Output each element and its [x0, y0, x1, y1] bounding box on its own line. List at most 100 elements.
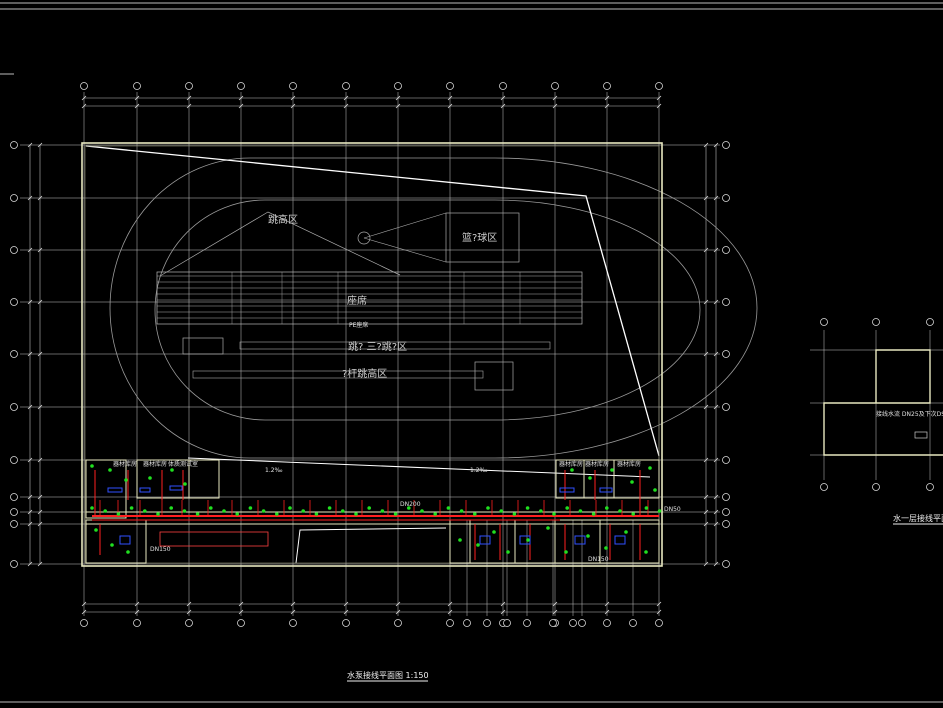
equipment — [169, 485, 183, 491]
fixture-dot — [156, 512, 160, 516]
drawing-title: 水泵接线平面图 1:150 — [347, 670, 429, 680]
axis-bubble — [722, 350, 730, 358]
fixture-dot — [526, 538, 530, 542]
fixture-dot — [565, 506, 569, 510]
axis-bubble — [10, 141, 18, 149]
fixture-dot — [209, 506, 213, 510]
equipment — [479, 535, 491, 545]
fixture-dot — [624, 530, 628, 534]
fixture-dot — [222, 509, 226, 513]
fixture-dot — [605, 506, 609, 510]
pipe-label-4: DN50 — [664, 506, 681, 513]
axis-bubble — [499, 82, 507, 90]
trench — [159, 531, 269, 547]
fixture-dot — [148, 476, 152, 480]
detail-bubble — [926, 483, 934, 491]
fixture-dot — [433, 512, 438, 516]
fixture-dot — [588, 476, 592, 480]
fixture-dot — [459, 509, 464, 513]
fixture-dot — [546, 526, 550, 530]
axis-bubble — [10, 194, 18, 202]
equipment — [574, 535, 586, 545]
fixture-dot — [512, 512, 517, 516]
axis-bubble — [446, 82, 454, 90]
zone-pole-vault: ?杆跳高区 — [342, 367, 387, 380]
fixture-dot — [354, 512, 358, 516]
fixture-dot — [261, 509, 266, 513]
axis-bubble — [394, 619, 402, 627]
room-label-4: 器材库房 — [559, 460, 583, 468]
fixture-dot — [367, 506, 372, 510]
room-label-5: 器材库房 — [585, 460, 609, 468]
axis-bubble — [237, 619, 245, 627]
fixture-dot — [486, 506, 490, 510]
fixture-dot — [473, 512, 477, 516]
equipment — [107, 487, 123, 493]
fixture-dot — [492, 530, 496, 534]
fixture-dot — [499, 509, 504, 513]
zone-stands: 座席 — [347, 294, 367, 307]
axis-bubble — [503, 619, 511, 627]
fixture-dot — [183, 482, 187, 486]
axis-bubble — [722, 508, 730, 516]
axis-bubble — [483, 619, 491, 627]
axis-bubble — [10, 246, 18, 254]
axis-bubble — [523, 619, 531, 627]
axis-bubble — [342, 82, 350, 90]
pipe-label-1: DN150 — [150, 546, 171, 553]
room-label-3: 体质测试室 — [168, 460, 198, 468]
room-label-6: 器材库房 — [617, 460, 641, 468]
axis-bubble — [289, 82, 297, 90]
axis-bubble — [569, 619, 577, 627]
axis-bubble — [10, 560, 18, 568]
fixture-dot — [182, 509, 187, 513]
room-wall — [469, 519, 516, 564]
axis-bubble — [10, 456, 18, 464]
detail-bubble — [820, 318, 828, 326]
axis-bubble — [10, 493, 18, 501]
fixture-dot — [552, 512, 556, 516]
axis-bubble — [289, 619, 297, 627]
fixture-dot — [446, 506, 451, 510]
axis-bubble — [722, 246, 730, 254]
axis-bubble — [10, 298, 18, 306]
stands-block — [156, 271, 583, 325]
cad-viewport[interactable]: 跳高区 篮?球区 座席 PE座席 跳? 三?跳?区 ?杆跳高区 器材库房 器材库… — [0, 0, 943, 708]
room-wall — [514, 519, 556, 564]
fixture-dot — [126, 550, 130, 554]
equipment — [119, 535, 131, 545]
fixture-dot — [380, 509, 385, 513]
equipment — [614, 535, 626, 545]
fixture-dot — [248, 506, 253, 510]
fixture-dot — [631, 512, 635, 516]
detail-plan — [810, 318, 943, 491]
fixture-dot — [301, 509, 306, 513]
stadium-field — [85, 145, 758, 564]
axis-bubble — [578, 619, 586, 627]
detail-bubble — [926, 318, 934, 326]
fixture-dot — [393, 512, 398, 516]
axis-bubble — [80, 82, 88, 90]
track-outer — [109, 157, 758, 459]
edge-line-2 — [295, 527, 447, 564]
fixture-dot — [644, 506, 649, 510]
detail-bubble — [872, 483, 880, 491]
room-label-1: 器材库房 — [113, 460, 137, 468]
zone-ball: 篮?球区 — [462, 231, 497, 244]
equipment — [559, 487, 575, 493]
axis-bubble — [722, 403, 730, 411]
fixture-dot — [94, 528, 98, 532]
fixture-dot — [578, 509, 583, 513]
roof-line — [85, 145, 660, 457]
fixture-dot — [539, 509, 543, 513]
fixture-dot — [275, 512, 279, 516]
axis-bubble — [185, 82, 193, 90]
detail-note: 接线水流 DN25及下次DS — [876, 410, 943, 418]
fixture-dot — [657, 509, 662, 513]
axis-bubble — [80, 619, 88, 627]
axis-bubble — [603, 82, 611, 90]
fixture-dot — [90, 464, 94, 468]
axis-bubble — [446, 619, 454, 627]
axis-bubble — [722, 493, 730, 501]
axis-bubble — [722, 298, 730, 306]
